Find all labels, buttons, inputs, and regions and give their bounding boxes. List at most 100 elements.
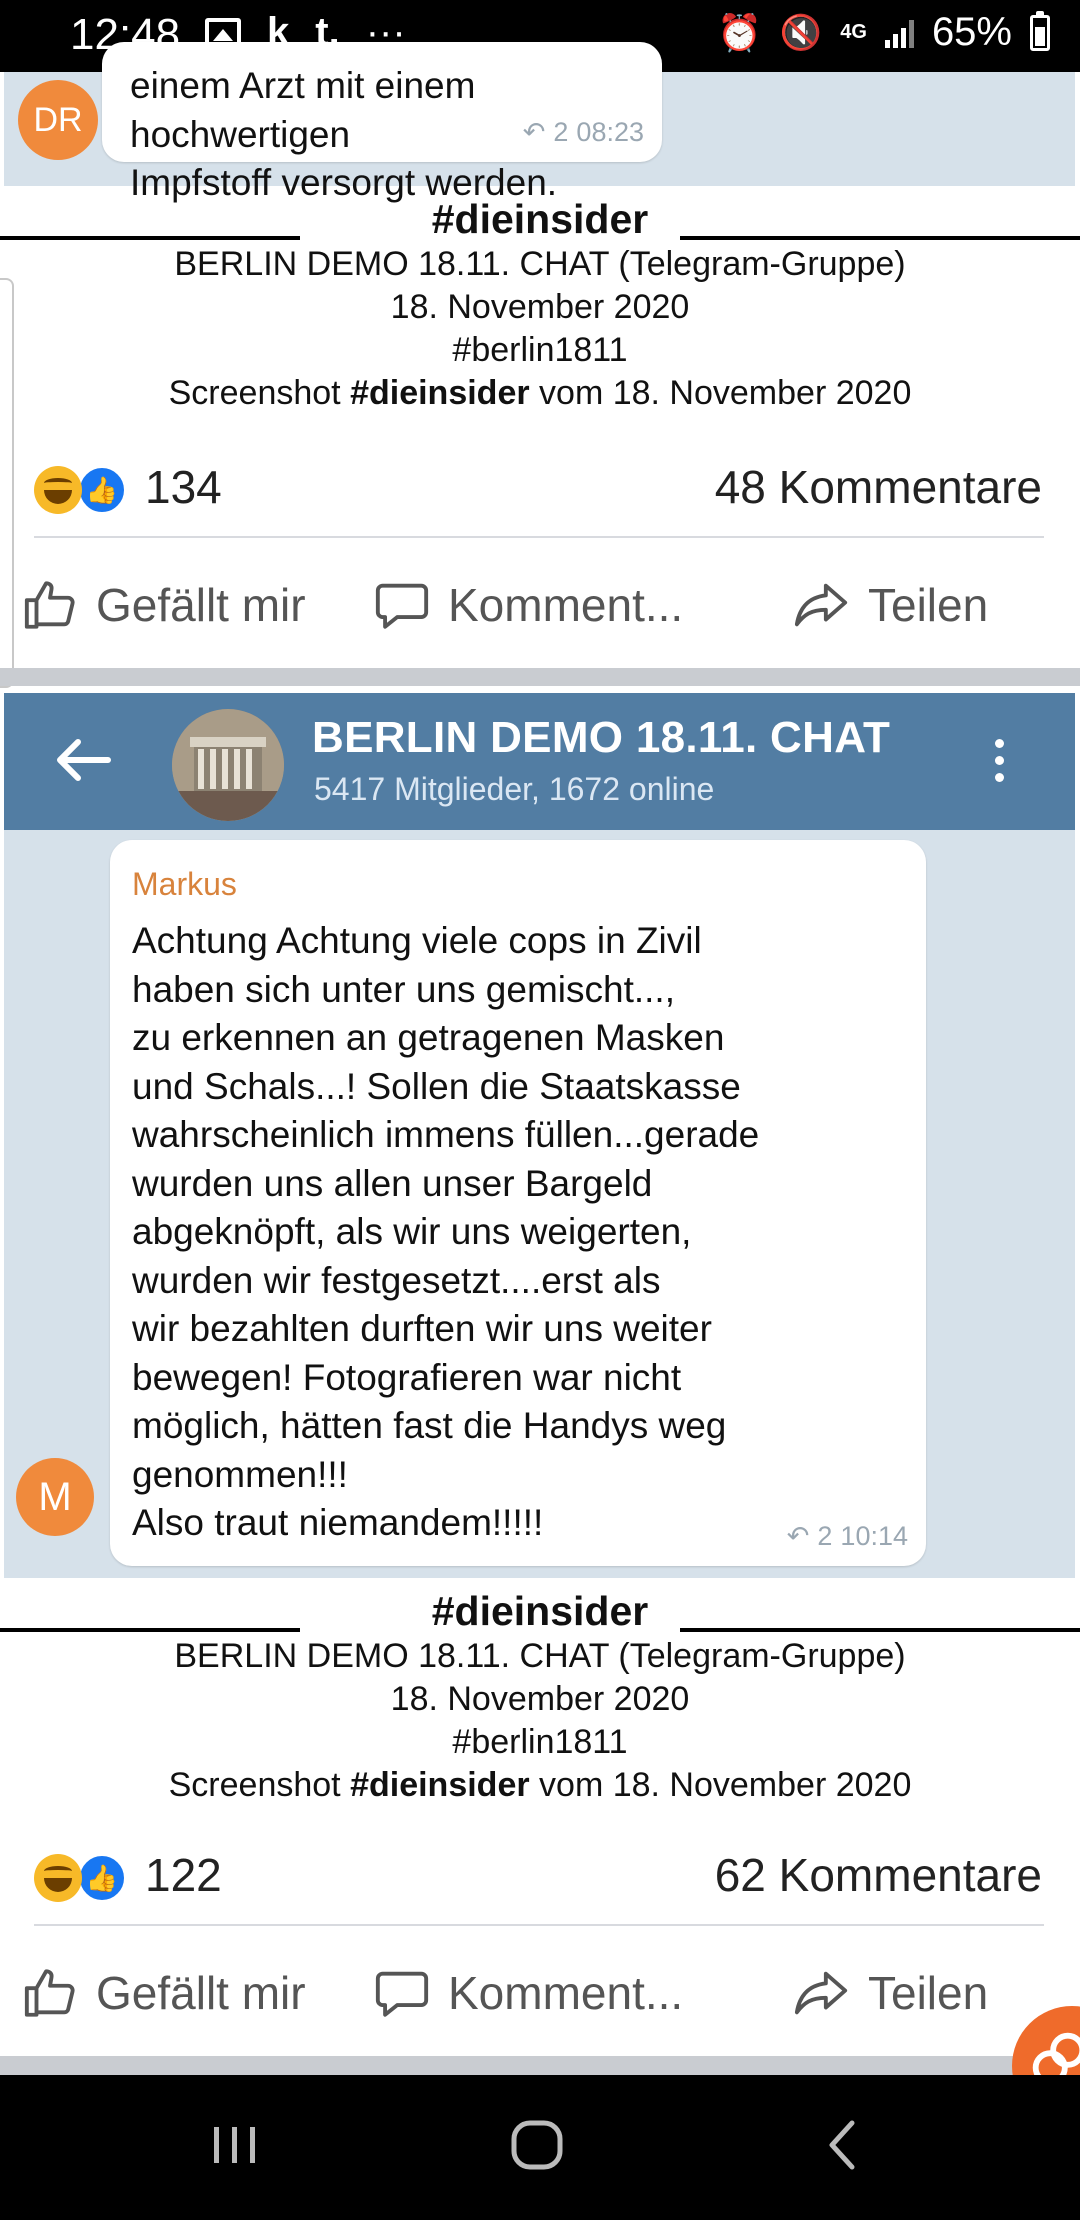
recent-apps-icon[interactable] xyxy=(210,2115,260,2175)
caption-bold-hashtag[interactable]: #dieinsider xyxy=(350,374,530,412)
share-button[interactable]: Teilen xyxy=(790,560,988,650)
signal-strength-icon xyxy=(884,18,914,48)
share-label: Teilen xyxy=(868,1967,989,2019)
reply-icon: ↶ xyxy=(786,1521,810,1551)
telegram-chat-area: M Markus Achtung Achtung viele cops in Z… xyxy=(4,830,1075,1578)
message-bubble: Markus Achtung Achtung viele cops in Ziv… xyxy=(110,840,926,1566)
message-meta: ↶ 2 10:14 xyxy=(787,1521,908,1552)
reaction-icons[interactable]: 👍 xyxy=(34,1854,126,1902)
like-button[interactable]: Gefällt mir xyxy=(22,1948,306,2038)
group-member-count: 5417 Mitglieder, 1672 online xyxy=(314,771,715,807)
reaction-count[interactable]: 134 xyxy=(145,460,222,514)
share-label: Teilen xyxy=(868,579,989,631)
sender-avatar: DR xyxy=(18,80,98,160)
message-line: abgeknöpft, als wir uns weigerten, xyxy=(132,1211,692,1252)
telegram-chat-header: BERLIN DEMO 18.11. CHAT 5417 Mitglieder,… xyxy=(4,693,1075,830)
message-line: möglich, hätten fast die Handys weg xyxy=(132,1405,727,1446)
share-icon xyxy=(794,1971,848,2015)
divider xyxy=(0,236,300,240)
message-line: Achtung Achtung viele cops in Zivil xyxy=(132,920,702,961)
message-bubble: einem Arzt mit einem hochwertigen Impfst… xyxy=(102,42,662,203)
network-type-label: 4G xyxy=(840,21,867,43)
overflow-menu-icon xyxy=(993,739,1005,787)
caption-line: Screenshot #dieinsider vom 18. November … xyxy=(0,372,1080,415)
back-arrow-icon xyxy=(57,739,111,781)
telegram-screenshot-top: DR einem Arzt mit einem hochwertigen Imp… xyxy=(4,42,1075,203)
post-caption: #dieinsider BERLIN DEMO 18.11. CHAT (Tel… xyxy=(0,1588,1080,1807)
divider xyxy=(680,236,1080,240)
group-avatar xyxy=(172,709,284,821)
battery-percentage: 65% xyxy=(931,10,1012,54)
caption-line: BERLIN DEMO 18.11. CHAT (Telegram-Gruppe… xyxy=(174,245,906,283)
caption-bold-hashtag[interactable]: #dieinsider xyxy=(350,1766,530,1804)
message-line: wurden uns allen unser Bargeld xyxy=(132,1162,653,1204)
comment-button[interactable]: Komment... xyxy=(372,560,683,650)
reaction-icons[interactable]: 👍 xyxy=(34,466,126,514)
caption-hashtag-link[interactable]: #berlin1811 xyxy=(0,1721,1080,1764)
share-button[interactable]: Teilen xyxy=(790,1948,988,2038)
message-line: genommen!!! xyxy=(132,1453,348,1495)
system-icons: ⏰ 🔇 4G 65% xyxy=(717,10,1050,55)
like-reaction-icon: 👍 xyxy=(78,1854,126,1902)
message-meta: ↶ 2 08:23 xyxy=(523,117,644,148)
like-label: Gefällt mir xyxy=(96,579,306,631)
message-line: wurden wir festgesetzt....erst als xyxy=(132,1259,661,1301)
caption-line: Screenshot #dieinsider vom 18. November … xyxy=(0,1764,1080,1807)
caption-text: Screenshot xyxy=(168,1766,341,1804)
like-button[interactable]: Gefällt mir xyxy=(22,560,306,650)
caption-line: BERLIN DEMO 18.11. CHAT (Telegram-Gruppe… xyxy=(174,1637,906,1675)
reactions-row: 👍 134 48 Kommentare xyxy=(0,448,1080,528)
thumbs-up-icon xyxy=(24,1969,75,2017)
system-navigation-bar xyxy=(0,2075,1080,2220)
caption-line: 18. November 2020 xyxy=(390,1680,690,1718)
comment-button[interactable]: Komment... xyxy=(372,1948,683,2038)
message-text: Achtung Achtung viele cops in Zivil habe… xyxy=(132,917,926,1548)
comments-count[interactable]: 48 Kommentare xyxy=(715,460,1042,514)
caption-text: Screenshot xyxy=(168,374,341,412)
message-time: 10:14 xyxy=(840,1521,908,1551)
divider xyxy=(680,1628,1080,1632)
caption-hashtag[interactable]: #dieinsider xyxy=(425,1588,655,1635)
caption-line: 18. November 2020 xyxy=(390,288,690,326)
reaction-count[interactable]: 122 xyxy=(145,1848,222,1902)
sender-avatar: M xyxy=(16,1458,94,1536)
post-caption: #dieinsider BERLIN DEMO 18.11. CHAT (Tel… xyxy=(0,196,1080,415)
divider xyxy=(34,1924,1044,1926)
reactions-row: 👍 122 62 Kommentare xyxy=(0,1836,1080,1916)
comment-label: Komment... xyxy=(448,1967,684,2019)
sender-name: Markus xyxy=(132,866,237,902)
thumbs-up-icon xyxy=(24,581,75,629)
share-icon xyxy=(794,583,848,627)
message-line: wir bezahlten durften wir uns weiter xyxy=(132,1308,712,1349)
post-separator xyxy=(0,668,1080,686)
divider xyxy=(34,536,1044,538)
battery-icon xyxy=(1030,10,1050,51)
alarm-icon: ⏰ xyxy=(717,11,762,53)
message-line: bewegen! Fotografieren war nicht xyxy=(132,1356,682,1398)
caption-text: vom 18. November 2020 xyxy=(539,1766,912,1804)
like-reaction-icon: 👍 xyxy=(78,466,126,514)
comment-icon xyxy=(375,583,429,629)
message-line: haben sich unter uns gemischt..., xyxy=(132,968,675,1010)
caption-text: vom 18. November 2020 xyxy=(539,374,912,412)
message-line: zu erkennen an getragenen Masken xyxy=(132,1017,725,1058)
message-line: und Schals...! Sollen die Staatskasse xyxy=(132,1065,741,1107)
reply-count: 2 xyxy=(817,1521,833,1551)
message-line: wahrscheinlich immens füllen...gerade xyxy=(132,1114,760,1155)
reply-count: 2 xyxy=(553,117,569,147)
group-title: BERLIN DEMO 18.11. CHAT xyxy=(312,713,891,762)
like-label: Gefällt mir xyxy=(96,1967,306,2019)
haha-reaction-icon xyxy=(34,1854,82,1902)
caption-hashtag[interactable]: #dieinsider xyxy=(425,196,655,243)
comment-icon xyxy=(375,1971,429,2017)
back-icon[interactable] xyxy=(818,2115,868,2175)
post-actions: Gefällt mir Komment... Teilen xyxy=(0,1948,1080,2038)
mute-icon: 🔇 xyxy=(779,13,823,52)
comment-label: Komment... xyxy=(448,579,684,631)
reply-icon: ↶ xyxy=(522,117,546,147)
caption-hashtag-link[interactable]: #berlin1811 xyxy=(0,329,1080,372)
home-icon[interactable] xyxy=(508,2115,568,2175)
divider xyxy=(0,1628,300,1632)
comments-count[interactable]: 62 Kommentare xyxy=(715,1848,1042,1902)
post-separator xyxy=(0,2056,1080,2075)
